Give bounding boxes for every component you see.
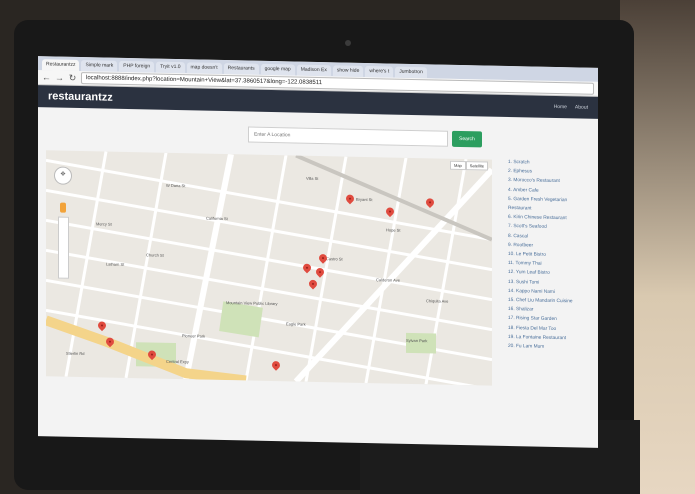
pan-control-icon[interactable]: ✥ — [54, 166, 72, 185]
laptop-screen: Restaurantzz Simple mark PHP foreign Try… — [38, 56, 598, 448]
street-label: Villa St — [306, 175, 319, 182]
map-roads — [46, 151, 492, 386]
back-icon[interactable]: ← — [42, 72, 51, 82]
street-label: Stierlin Rd — [66, 350, 85, 357]
browser-tab[interactable]: Restaurantzz — [42, 59, 80, 72]
street-label: Castro St — [326, 256, 343, 262]
browser-tab[interactable]: Madison Ex — [296, 64, 331, 77]
pegman-icon[interactable] — [60, 202, 66, 213]
map-view[interactable]: Map Satellite ✥ W Dana St Villa St Mercy… — [46, 150, 492, 386]
street-label: Hope St — [386, 227, 401, 233]
location-search-input[interactable] — [248, 126, 448, 147]
street-label: Central Expy — [166, 358, 189, 365]
street-label: California St — [206, 215, 228, 222]
map-type-satellite-button[interactable]: Satellite — [465, 161, 488, 171]
nav-link-about[interactable]: About — [575, 104, 588, 110]
zoom-slider[interactable] — [58, 216, 69, 279]
restaurant-list-item[interactable]: 20. Fu Lam Mum — [508, 342, 594, 353]
browser-tab[interactable]: Simple mark — [81, 60, 118, 72]
forward-icon[interactable]: → — [55, 72, 64, 82]
nav-link-home[interactable]: Home — [554, 104, 567, 110]
street-label: W Dana St — [166, 182, 186, 189]
street-label: Sylvan Park — [406, 337, 428, 344]
map-type-map-button[interactable]: Map — [449, 160, 466, 171]
street-label: Calderon Ave — [376, 277, 400, 283]
browser-tab[interactable]: show hide — [332, 65, 364, 77]
street-label: Mercy St — [96, 221, 112, 227]
street-label: Church St — [146, 252, 164, 258]
reload-icon[interactable]: ↻ — [68, 72, 77, 83]
street-label: Bryant St — [356, 196, 373, 203]
search-form: Search — [248, 126, 482, 148]
browser-tab[interactable]: google map — [260, 63, 295, 76]
brand-logo[interactable]: restaurantzz — [48, 90, 546, 112]
browser-tab[interactable]: Restaurants — [223, 63, 259, 75]
map-type-control: Map Satellite — [449, 160, 488, 171]
street-label: Eagle Park — [286, 321, 306, 327]
browser-tab[interactable]: Jumbotron — [395, 66, 427, 79]
browser-tab[interactable]: map doesn't — [186, 62, 222, 74]
restaurant-list: 1. Scratch 2. Ephesus 3. Morocco's Resta… — [508, 158, 594, 353]
browser-tab[interactable]: where's t — [365, 65, 394, 78]
search-button[interactable]: Search — [452, 130, 482, 148]
browser-tab[interactable]: PHP foreign — [119, 60, 155, 73]
street-label: Pioneer Park — [182, 333, 206, 339]
webcam-icon — [345, 40, 351, 46]
street-label: Chiquita Ave — [426, 298, 449, 304]
photo-scene: Restaurantzz Simple mark PHP foreign Try… — [0, 0, 695, 494]
street-label: Mountain View Public Library — [226, 300, 278, 307]
browser-tab[interactable]: Tryit v1.0 — [156, 61, 185, 74]
street-label: Latham St — [106, 261, 125, 267]
